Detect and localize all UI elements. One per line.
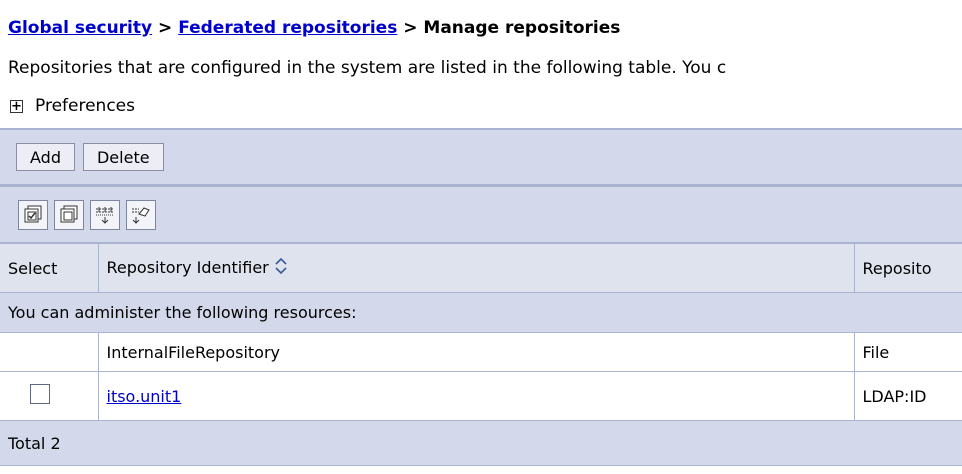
select-cell-empty (0, 332, 99, 372)
expand-icon[interactable]: + (10, 99, 23, 113)
repositories-panel: Add Delete Select Repository Identifier … (0, 128, 962, 466)
clear-filter-icon[interactable] (126, 199, 156, 230)
table-row: itso.unit1 LDAP:ID (0, 371, 962, 421)
preferences-toggle[interactable]: + Preferences (10, 96, 135, 116)
select-cell (0, 371, 99, 421)
icon-toolbar (0, 184, 962, 242)
type-column-header: Reposito (854, 242, 962, 293)
repository-type: LDAP:ID (854, 371, 962, 421)
repository-type: File (854, 332, 962, 372)
breadcrumb-separator: > (397, 18, 424, 38)
identifier-column-header[interactable]: Repository Identifier (98, 242, 855, 293)
intro-text: Repositories that are configured in the … (8, 58, 727, 78)
row-select-checkbox[interactable] (30, 384, 50, 404)
add-button[interactable]: Add (16, 143, 75, 171)
delete-button[interactable]: Delete (82, 143, 164, 171)
total-count: Total 2 (0, 420, 962, 466)
breadcrumb-federated-repositories-link[interactable]: Federated repositories (178, 18, 397, 38)
repository-identifier-link[interactable]: itso.unit1 (107, 387, 182, 406)
deselect-all-icon[interactable] (54, 199, 84, 230)
breadcrumb-global-security-link[interactable]: Global security (8, 18, 152, 38)
select-column-header: Select (0, 242, 99, 293)
table-header-row: Select Repository Identifier Reposito (0, 242, 962, 293)
repositories-table: Select Repository Identifier Reposito Yo… (0, 242, 962, 466)
table-row: InternalFileRepository File (0, 332, 962, 372)
show-filter-icon[interactable] (90, 199, 120, 230)
breadcrumb: Global security > Federated repositories… (8, 18, 620, 38)
resource-note-row: You can administer the following resourc… (0, 292, 962, 333)
resource-note: You can administer the following resourc… (0, 292, 962, 333)
breadcrumb-separator: > (152, 18, 179, 38)
repository-identifier-cell: itso.unit1 (98, 371, 855, 421)
select-all-icon[interactable] (18, 199, 48, 230)
button-toolbar: Add Delete (0, 128, 962, 184)
total-row: Total 2 (0, 420, 962, 466)
page-title: Manage repositories (423, 18, 621, 38)
preferences-label: Preferences (35, 96, 135, 116)
identifier-header-label: Repository Identifier (106, 257, 269, 277)
sort-icon[interactable] (275, 258, 287, 278)
repository-identifier: InternalFileRepository (98, 332, 855, 372)
